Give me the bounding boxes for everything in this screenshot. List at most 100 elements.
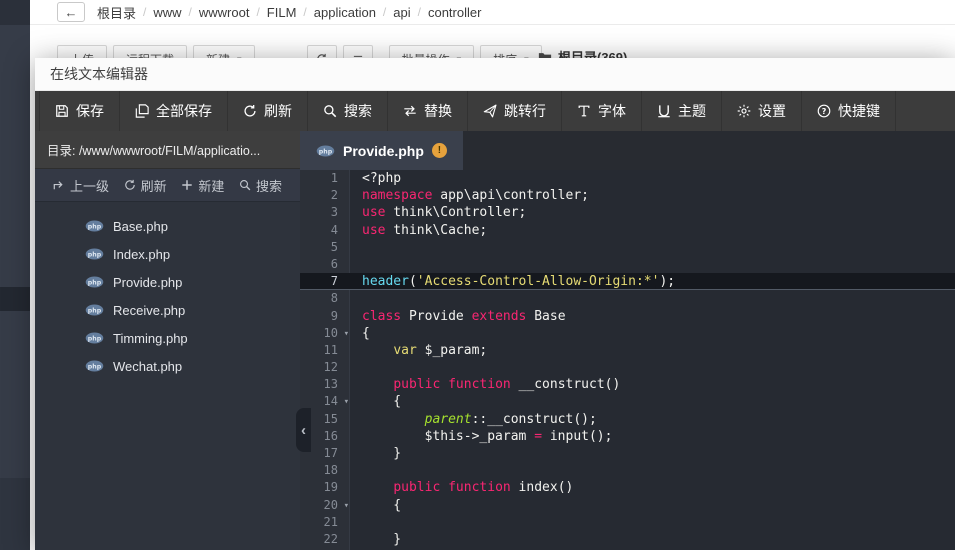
code-text[interactable] [350,290,955,307]
breadcrumb-item[interactable]: controller [428,5,481,20]
up-level-button[interactable]: 上一级 [53,176,109,195]
code-text[interactable]: use think\Cache; [350,222,955,239]
new-file-button-label: 新建 [198,176,224,195]
left-nav-strip [0,0,30,550]
code-line[interactable]: 2namespace app\api\controller; [300,187,955,204]
breadcrumb-item[interactable]: FILM [267,5,297,20]
save-all-button[interactable]: 全部保存 [120,91,228,131]
refresh-button-label: 刷新 [264,101,292,121]
refresh-files-button[interactable]: 刷新 [124,176,167,195]
code-line[interactable]: 16 $this->_param = input(); [300,428,955,445]
file-item[interactable]: php Index.php [35,240,300,268]
refresh-button[interactable]: 刷新 [228,91,308,131]
code-text[interactable] [350,239,955,256]
new-file-button[interactable]: 新建 [181,176,224,195]
code-text[interactable]: namespace app\api\controller; [350,187,955,204]
breadcrumb-item[interactable]: 根目录 [97,3,136,22]
code-text[interactable]: <?php [350,170,955,187]
file-item[interactable]: phpProvide.php [35,268,300,296]
file-item[interactable]: phpReceive.php [35,296,300,324]
refresh-files-button-label: 刷新 [141,176,167,195]
goto-line-button[interactable]: 跳转行 [468,91,562,131]
svg-text:php: php [88,307,102,314]
code-text[interactable]: } [350,531,955,548]
code-text[interactable]: } [350,445,955,462]
code-line[interactable]: 1<?php [300,170,955,187]
code-line[interactable]: 3use think\Controller; [300,204,955,221]
code-text[interactable]: { [350,325,955,342]
search-files-button-label: 搜索 [256,176,282,195]
line-number: 12 [300,359,350,376]
php-file-icon: php [85,248,104,260]
file-name: Provide.php [113,275,182,290]
tab-provide-php[interactable]: php Provide.php ! [300,131,463,170]
save-button[interactable]: 保存 [39,91,120,131]
code-line[interactable]: 17 } [300,445,955,462]
code-line[interactable]: 21 [300,514,955,531]
breadcrumb-item[interactable]: application [314,5,376,20]
code-line[interactable]: 10▾{ [300,325,955,342]
breadcrumb-item[interactable]: www [153,5,181,20]
svg-text:php: php [88,363,102,370]
collapse-sidebar-handle[interactable]: ‹ [296,408,311,452]
code-line[interactable]: 19 public function index() [300,479,955,496]
code-line[interactable]: 6 [300,256,955,273]
code-text[interactable]: parent::__construct(); [350,411,955,428]
search-icon [323,104,337,118]
file-item[interactable]: phpWechat.php [35,352,300,380]
settings-button[interactable]: 设置 [722,91,802,131]
directory-path: 目录: /www/wwwroot/FILM/applicatio... [35,131,300,169]
search-files-button[interactable]: 搜索 [239,176,282,195]
code-text[interactable]: { [350,393,955,410]
code-text[interactable]: header('Access-Control-Allow-Origin:*'); [350,273,955,290]
replace-button[interactable]: 替换 [388,91,468,131]
code-line[interactable]: 12 [300,359,955,376]
file-name: Index.php [113,247,170,262]
code-line[interactable]: 7header('Access-Control-Allow-Origin:*')… [300,273,955,290]
code-text[interactable]: { [350,497,955,514]
file-item[interactable]: phpBase.php [35,212,300,240]
code-text[interactable]: public function __construct() [350,376,955,393]
code-text[interactable] [350,256,955,273]
search-button[interactable]: 搜索 [308,91,388,131]
fold-toggle-icon[interactable]: ▾ [344,394,349,411]
goto-line-button-label: 跳转行 [504,101,546,121]
svg-text:?: ? [822,107,827,116]
hotkeys-button[interactable]: ? 快捷键 [802,91,896,131]
code-editor[interactable]: 1<?php2namespace app\api\controller;3use… [300,170,955,550]
code-line[interactable]: 5 [300,239,955,256]
code-text[interactable] [350,359,955,376]
file-name: Timming.php [113,331,188,346]
code-text[interactable]: class Provide extends Base [350,308,955,325]
code-line[interactable]: 22 } [300,531,955,548]
line-number: 11 [300,342,350,359]
fold-toggle-icon[interactable]: ▾ [344,498,349,515]
editor-tabs: php Provide.php ! [300,131,955,170]
code-text[interactable]: $this->_param = input(); [350,428,955,445]
font-button[interactable]: 字体 [562,91,642,131]
code-text[interactable]: public function index() [350,479,955,496]
back-button[interactable]: ← [57,2,85,22]
theme-button[interactable]: 主题 [642,91,722,131]
code-rows: 1<?php2namespace app\api\controller;3use… [300,170,955,548]
code-text[interactable]: var $_param; [350,342,955,359]
file-item[interactable]: phpTimming.php [35,324,300,352]
code-line[interactable]: 14▾ { [300,393,955,410]
code-text[interactable] [350,514,955,531]
breadcrumb-item[interactable]: api [393,5,410,20]
fold-toggle-icon[interactable]: ▾ [344,326,349,343]
hotkeys-button-label: 快捷键 [838,101,880,121]
code-line[interactable]: 20▾ { [300,497,955,514]
code-line[interactable]: 9class Provide extends Base [300,308,955,325]
breadcrumb-separator: / [256,5,259,19]
breadcrumb-item[interactable]: wwwroot [199,5,250,20]
line-number: 2 [300,187,350,204]
code-line[interactable]: 8 [300,290,955,307]
code-line[interactable]: 11 var $_param; [300,342,955,359]
code-line[interactable]: 4use think\Cache; [300,222,955,239]
code-line[interactable]: 15 parent::__construct(); [300,411,955,428]
code-line[interactable]: 18 [300,462,955,479]
code-text[interactable]: use think\Controller; [350,204,955,221]
code-line[interactable]: 13 public function __construct() [300,376,955,393]
code-text[interactable] [350,462,955,479]
